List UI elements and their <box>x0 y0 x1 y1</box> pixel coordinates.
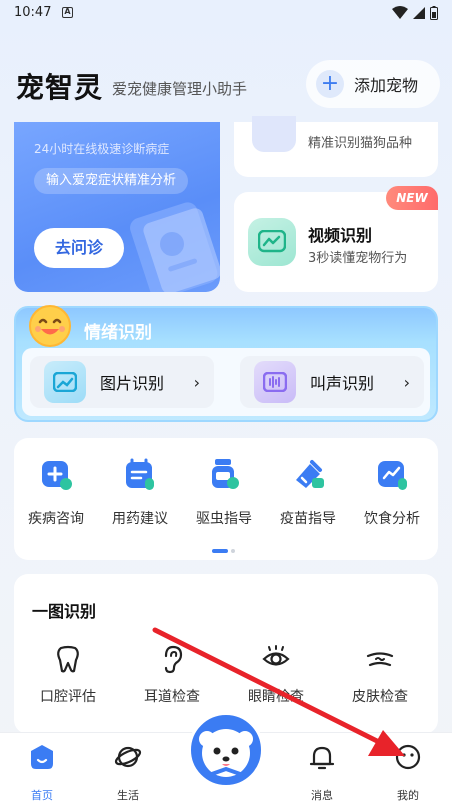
scan-title: 一图识别 <box>32 602 97 621</box>
scan-oral[interactable]: 口腔评估 <box>18 644 118 706</box>
nav-label: 消息 <box>311 789 333 802</box>
video-trend-icon <box>248 218 296 266</box>
image-icon <box>44 361 86 403</box>
emotion-title: 情绪识别 <box>84 323 152 343</box>
scan-label: 口腔评估 <box>40 689 96 705</box>
status-bar: 10:47 A <box>0 0 452 28</box>
scan-label: 皮肤检查 <box>352 689 408 705</box>
image-recognition-button[interactable]: 图片识别 › <box>30 356 214 408</box>
tool-label: 驱虫指导 <box>196 511 252 527</box>
sound-recognition-label: 叫声识别 <box>310 374 375 393</box>
calendar-medicine-icon <box>126 458 154 490</box>
smiley-icon <box>395 744 421 770</box>
consult-card[interactable]: 24小时在线极速诊断病症 输入爱宠症状精准分析 去问诊 <box>14 122 220 292</box>
notification-icon: A <box>62 7 73 18</box>
tool-label: 用药建议 <box>112 511 168 527</box>
scan-skin[interactable]: 皮肤检查 <box>330 644 430 706</box>
eye-icon <box>262 645 290 666</box>
nav-home[interactable]: 首页 <box>12 743 72 803</box>
scan-ear[interactable]: 耳道检查 <box>122 644 222 706</box>
emotion-recognition-card: 情绪识别 图片识别 › 叫声识别 › <box>14 305 438 422</box>
tool-vaccine[interactable]: 疫苗指导 <box>268 456 348 528</box>
tool-label: 疫苗指导 <box>280 511 336 527</box>
image-recognition-label: 图片识别 <box>100 374 165 393</box>
clipboard-deco-icon <box>130 202 220 292</box>
consult-button[interactable]: 去问诊 <box>34 228 124 268</box>
breed-icon <box>252 116 296 152</box>
scan-label: 耳道检查 <box>144 689 200 705</box>
tool-diet-analysis[interactable]: 饮食分析 <box>352 456 432 528</box>
add-pet-label: 添加宠物 <box>354 76 419 95</box>
tool-label: 疾病咨询 <box>28 511 84 527</box>
vaccine-icon <box>296 460 324 488</box>
video-description: 3秒读懂宠物行为 <box>308 251 408 266</box>
new-badge: NEW <box>386 186 438 210</box>
tooth-icon <box>57 645 79 673</box>
diet-chart-icon <box>378 461 407 490</box>
dog-mascot-icon <box>199 729 253 777</box>
app-subtitle: 爱宠健康管理小助手 <box>112 80 248 98</box>
page-indicator <box>212 538 235 557</box>
ear-icon <box>164 645 183 674</box>
planet-icon <box>114 746 142 768</box>
consult-description: 24小时在线极速诊断病症 <box>34 142 170 156</box>
chevron-right-icon: › <box>403 372 410 392</box>
app-title: 宠智灵 <box>16 71 104 104</box>
video-title: 视频识别 <box>308 226 373 245</box>
sound-wave-icon <box>254 361 296 403</box>
emotion-options: 图片识别 › 叫声识别 › <box>22 348 430 416</box>
add-pet-button[interactable]: + 添加宠物 <box>306 60 440 108</box>
nav-label: 生活 <box>117 789 139 802</box>
plus-icon: + <box>316 70 344 98</box>
nav-label: 首页 <box>31 789 53 802</box>
tool-deworming[interactable]: 驱虫指导 <box>184 456 264 528</box>
wifi-icon <box>391 6 408 19</box>
tool-medication[interactable]: 用药建议 <box>100 456 180 528</box>
nav-life[interactable]: 生活 <box>98 743 158 803</box>
nav-label: 我的 <box>397 789 419 802</box>
medical-kit-icon <box>42 461 72 490</box>
breed-description: 精准识别猫狗品种 <box>308 136 413 151</box>
bell-icon <box>309 746 335 770</box>
scan-eye[interactable]: 眼睛检查 <box>226 644 326 706</box>
scan-label: 眼睛检查 <box>248 689 304 705</box>
scan-card: 一图识别 口腔评估 耳道检查 眼睛检查 皮肤检查 <box>14 574 438 734</box>
status-icons <box>391 5 438 24</box>
tools-card: 疾病咨询 用药建议 驱虫指导 疫苗指导 饮食分析 <box>14 438 438 560</box>
nav-profile[interactable]: 我的 <box>378 743 438 803</box>
chevron-right-icon: › <box>193 372 200 392</box>
nav-messages[interactable]: 消息 <box>292 743 352 803</box>
pill-bottle-icon <box>212 459 239 489</box>
tool-label: 饮食分析 <box>364 511 420 527</box>
breed-recognition-card[interactable]: 精准识别猫狗品种 <box>234 116 438 177</box>
smiley-face-icon <box>29 305 71 347</box>
mascot-avatar-button[interactable] <box>188 712 264 788</box>
tool-disease-consult[interactable]: 疾病咨询 <box>16 456 96 528</box>
home-icon <box>31 745 53 769</box>
skin-icon <box>366 652 394 667</box>
battery-icon <box>430 6 438 20</box>
status-time: 10:47 <box>14 5 52 20</box>
signal-icon <box>412 7 425 19</box>
sound-recognition-button[interactable]: 叫声识别 › <box>240 356 424 408</box>
